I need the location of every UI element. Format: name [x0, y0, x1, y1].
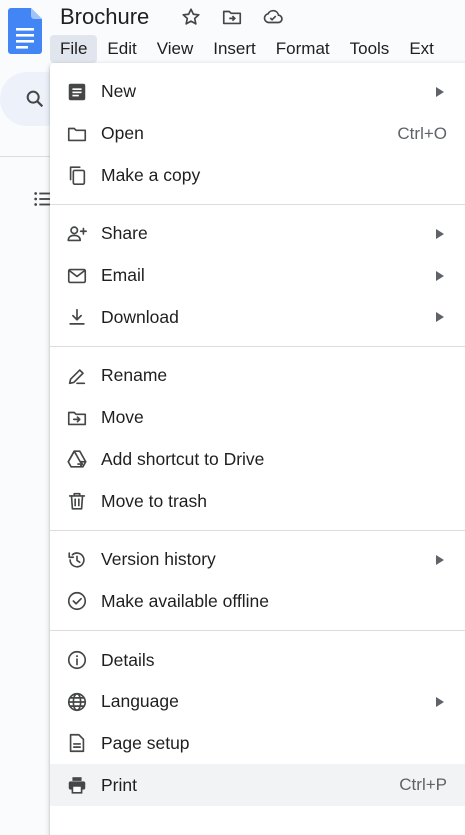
- menubar-file[interactable]: File: [50, 35, 98, 63]
- docs-header: Brochure File Edit View Insert Format Tools Ex…: [0, 0, 465, 64]
- menu-item-label: Move: [101, 407, 144, 428]
- copy-icon: [69, 166, 86, 186]
- menu-item-label: Add shortcut to Drive: [101, 448, 265, 469]
- menu-section: Rename Move Add shortcut to Drive Move to t…: [50, 347, 465, 531]
- menu-item-download[interactable]: Download: [50, 296, 465, 338]
- menu-item-email[interactable]: Email: [50, 255, 465, 297]
- menubar-extensions[interactable]: Ext: [399, 35, 444, 63]
- drive-shortcut-icon: [67, 450, 87, 468]
- menu-item-language[interactable]: Language: [50, 681, 465, 723]
- menu-item-details[interactable]: Details: [50, 639, 465, 681]
- docs-logo-icon[interactable]: [8, 8, 42, 54]
- menubar-edit[interactable]: Edit: [97, 35, 146, 63]
- menu-section: New Open Ctrl+O Make a copy: [50, 63, 465, 206]
- menu-item-label: Move to trash: [101, 490, 208, 511]
- menu-item-label: New: [101, 81, 137, 102]
- submenu-arrow-icon: [436, 270, 444, 281]
- email-icon: [67, 268, 87, 283]
- menu-item-label: Share: [101, 223, 148, 244]
- menu-item-move[interactable]: Move: [50, 397, 465, 439]
- menu-item-label: Open: [101, 123, 144, 144]
- menu-item-page-setup[interactable]: Page setup: [50, 723, 465, 765]
- menu-item-label: Version history: [101, 549, 216, 570]
- menubar-tools[interactable]: Tools: [340, 35, 400, 63]
- menu-item-print[interactable]: Print Ctrl+P: [50, 764, 465, 806]
- menu-item-label: Rename: [101, 365, 168, 386]
- trash-icon: [68, 492, 86, 510]
- menubar-insert[interactable]: Insert: [203, 35, 266, 63]
- move-to-folder-icon[interactable]: [221, 6, 243, 28]
- document-title[interactable]: Brochure: [60, 3, 149, 31]
- menu-item-rename[interactable]: Rename: [50, 355, 465, 397]
- submenu-arrow-icon: [436, 86, 444, 97]
- submenu-arrow-icon: [436, 312, 444, 323]
- search-icon[interactable]: [24, 88, 46, 110]
- menu-item-share[interactable]: Share: [50, 213, 465, 255]
- rename-pencil-icon: [68, 369, 86, 385]
- menu-item-label: Make available offline: [101, 590, 269, 611]
- file-menu-dropdown: New Open Ctrl+O Make a copy Share Email Downlo…: [50, 63, 465, 835]
- printer-icon: [68, 777, 86, 794]
- menubar-format[interactable]: Format: [266, 35, 340, 63]
- move-folder-icon: [67, 411, 87, 425]
- menu-item-label: Details: [101, 649, 155, 670]
- menu-item-label: Email: [101, 265, 145, 286]
- offline-check-icon: [67, 592, 87, 611]
- folder-open-icon: [67, 127, 87, 141]
- new-document-icon: [68, 83, 86, 101]
- download-icon: [69, 309, 85, 325]
- menu-item-add-shortcut-to-drive[interactable]: Add shortcut to Drive: [50, 439, 465, 481]
- cloud-saved-icon[interactable]: [262, 6, 284, 28]
- menu-item-make-a-copy[interactable]: Make a copy: [50, 154, 465, 196]
- menu-section: Details Language Page setup Print Ctrl+P: [50, 631, 465, 814]
- menu-item-version-history[interactable]: Version history: [50, 539, 465, 581]
- page-setup-icon: [69, 734, 85, 753]
- menu-item-label: Page setup: [101, 732, 190, 753]
- menu-section: Share Email Download: [50, 205, 465, 348]
- submenu-arrow-icon: [436, 554, 444, 565]
- menu-item-label: Make a copy: [101, 164, 201, 185]
- star-icon[interactable]: [180, 6, 202, 28]
- menu-item-label: Print: [101, 774, 137, 795]
- menu-item-move-to-trash[interactable]: Move to trash: [50, 480, 465, 522]
- menu-item-make-available-offline[interactable]: Make available offline: [50, 581, 465, 623]
- info-icon: [67, 651, 87, 670]
- menubar: File Edit View Insert Format Tools Ext: [50, 35, 444, 63]
- menu-item-label: Download: [101, 306, 179, 327]
- menu-item-open[interactable]: Open Ctrl+O: [50, 113, 465, 155]
- globe-icon: [67, 692, 87, 711]
- person-add-icon: [67, 226, 87, 242]
- menu-section: Version history Make available offline: [50, 531, 465, 632]
- menu-item-new[interactable]: New: [50, 71, 465, 113]
- google-docs-window: Brochure File Edit View Insert Format Tools Ex…: [0, 0, 465, 835]
- history-icon: [68, 551, 85, 568]
- keyboard-shortcut: Ctrl+P: [399, 775, 447, 795]
- keyboard-shortcut: Ctrl+O: [397, 123, 447, 143]
- submenu-arrow-icon: [436, 228, 444, 239]
- menu-item-label: Language: [101, 691, 179, 712]
- submenu-arrow-icon: [436, 696, 444, 707]
- menubar-view[interactable]: View: [147, 35, 204, 63]
